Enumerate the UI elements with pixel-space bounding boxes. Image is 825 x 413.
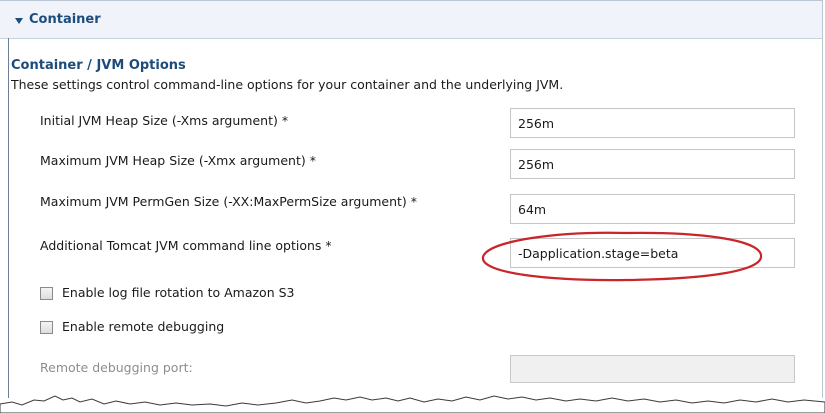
tomcat-options-input[interactable] <box>510 238 795 268</box>
section-header-divider <box>0 38 823 39</box>
section-title[interactable]: Container <box>29 12 101 27</box>
remote-port-input[interactable] <box>510 355 795 383</box>
log-rotation-label[interactable]: Enable log file rotation to Amazon S3 <box>62 285 294 300</box>
remote-port-label: Remote debugging port: <box>40 360 193 375</box>
group-title: Container / JVM Options <box>11 58 186 73</box>
max-heap-label: Maximum JVM Heap Size (-Xmx argument) * <box>40 153 316 168</box>
group-description: These settings control command-line opti… <box>11 77 564 92</box>
section-header[interactable] <box>0 0 823 38</box>
torn-edge-decoration <box>0 395 825 413</box>
remote-debugging-label[interactable]: Enable remote debugging <box>62 319 224 334</box>
log-rotation-checkbox[interactable] <box>40 287 53 300</box>
max-heap-input[interactable] <box>510 149 795 179</box>
max-permgen-label: Maximum JVM PermGen Size (-XX:MaxPermSiz… <box>40 194 418 209</box>
tomcat-options-label: Additional Tomcat JVM command line optio… <box>40 238 332 253</box>
container-settings-panel: Container Container / JVM Options These … <box>0 0 825 413</box>
initial-heap-label: Initial JVM Heap Size (-Xms argument) * <box>40 113 289 128</box>
expanded-triangle-icon[interactable] <box>15 18 23 24</box>
section-left-border <box>8 38 9 398</box>
section-right-border <box>822 0 823 398</box>
max-permgen-input[interactable] <box>510 194 795 224</box>
initial-heap-input[interactable] <box>510 108 795 138</box>
remote-debugging-checkbox[interactable] <box>40 321 53 334</box>
